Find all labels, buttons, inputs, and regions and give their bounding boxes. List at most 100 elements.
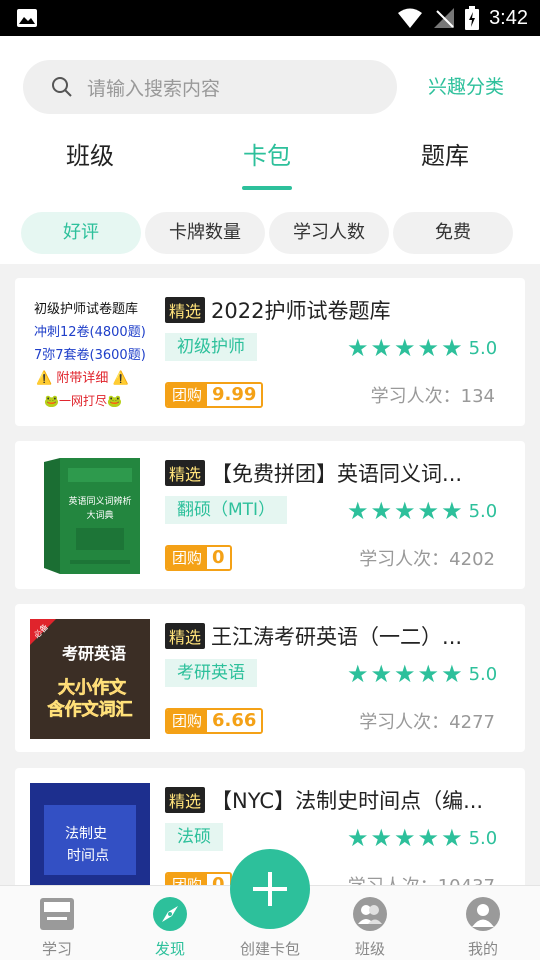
svg-text:⚠️ 附带详细 ⚠️: ⚠️ 附带详细 ⚠️ [36,370,129,386]
header: 请输入搜索内容 兴趣分类 班级 卡包 题库 好评 卡牌数量 学习人数 免费 [0,36,540,264]
star-icon: ★ [370,497,393,525]
star-icon: ★ [370,824,393,852]
cover-image: 必备 考研英语 大小作文 含作文词汇 [30,619,150,739]
svg-text:大词典: 大词典 [86,509,113,521]
price: 0 [207,874,230,885]
star-icon: ★ [347,660,369,688]
svg-text:7弥7套卷(3600题): 7弥7套卷(3600题) [34,347,146,363]
star-icon: ★ [417,824,440,852]
cover-image: 英语同义词辨析 大词典 [30,456,150,576]
nav-label: 发现 [154,940,185,958]
star-icon: ★ [394,824,416,852]
plus-icon [253,872,287,906]
svg-text:含作文词汇: 含作文词汇 [48,699,133,720]
cover-art: 初级护师试卷题库 冲刺12卷(4800题) 7弥7套卷(3600题) ⚠️ 附带… [34,301,146,408]
svg-text:时间点: 时间点 [67,848,109,864]
featured-badge: 精选 [165,297,206,323]
wifi-icon [398,8,423,28]
nav-label: 我的 [467,940,498,958]
no-signal-icon [434,8,455,28]
filter-learner-count[interactable]: 学习人数 [269,212,389,254]
cover-image: 初级护师试卷题库 冲刺12卷(4800题) 7弥7套卷(3600题) ⚠️ 附带… [30,293,150,413]
card-title: 精选 2022护师试卷题库 [165,295,505,325]
group-buy-label: 团购 [167,547,208,569]
filter-free[interactable]: 免费 [393,212,513,254]
nav-mine[interactable]: 我的 [429,886,537,960]
tab-underline [242,186,292,190]
star-icon: ★ [441,497,463,525]
nav-class[interactable]: 班级 [316,886,424,960]
learner-count: 学习人次：4277 [359,712,495,733]
search-input[interactable]: 请输入搜索内容 [23,60,397,114]
tab-cardpack[interactable]: 卡包 [207,136,327,171]
category-tag: 法硕 [165,823,223,851]
nav-label: 班级 [354,940,385,958]
nav-study[interactable]: 学习 [3,886,111,960]
svg-text:考研英语: 考研英语 [62,644,126,663]
category-tag: 初级护师 [165,333,257,361]
featured-badge: 精选 [165,623,206,649]
featured-badge: 精选 [165,460,206,486]
user-icon [466,897,500,931]
category-tag: 考研英语 [165,659,257,687]
star-icon: ★ [347,497,369,525]
rating-stars: ★ ★ ★ ★ ★ 5.0 [347,497,497,525]
book-icon [40,898,74,930]
nav-label: 学习 [41,940,72,958]
star-icon: ★ [347,334,369,362]
star-icon: ★ [394,497,416,525]
card-title: 精选 【NYC】法制史时间点（编... [165,785,505,815]
create-cardpack-button[interactable] [230,849,310,929]
search-placeholder: 请输入搜索内容 [87,77,221,100]
rating-score: 5.0 [468,827,498,849]
nav-discover[interactable]: 发现 [116,886,224,960]
rating-score: 5.0 [468,663,498,685]
rating-stars: ★ ★ ★ ★ ★ 5.0 [347,334,497,362]
card-title: 精选 王江涛考研英语（一二）... [165,621,505,651]
star-icon: ★ [441,824,463,852]
card-title-text: 【NYC】法制史时间点（编... [211,789,484,813]
card-title-text: 2022护师试卷题库 [211,299,391,323]
group-buy-label: 团购 [167,710,208,732]
group-buy-price: 团购 9.99 [165,382,264,408]
group-icon [353,897,387,931]
tab-class[interactable]: 班级 [30,136,150,171]
learner-count: 学习人次：134 [370,386,495,407]
price: 9.99 [207,384,262,406]
star-icon: ★ [394,660,416,688]
card-title-text: 王江涛考研英语（一二）... [211,625,463,649]
interest-category-link[interactable]: 兴趣分类 [428,72,504,99]
card-title: 精选 【免费拼团】英语同义词... [165,458,505,488]
star-icon: ★ [417,497,440,525]
star-icon: ★ [347,824,369,852]
tab-question-bank[interactable]: 题库 [385,136,505,171]
group-buy-price: 团购 0 [165,872,232,885]
gallery-icon [17,9,37,27]
cardpack-item[interactable]: 必备 考研英语 大小作文 含作文词汇 精选 王江涛考研英语（一二）... 考研英… [15,604,525,752]
cardpack-item[interactable]: 英语同义词辨析 大词典 精选 【免费拼团】英语同义词... 翻硕（MTI） ★ ★… [15,441,525,589]
cover-art: 法制史 时间点 [30,783,150,885]
cover-art: 必备 考研英语 大小作文 含作文词汇 [30,619,150,739]
cardpack-item[interactable]: 初级护师试卷题库 冲刺12卷(4800题) 7弥7套卷(3600题) ⚠️ 附带… [15,278,525,426]
svg-text:冲刺12卷(4800题): 冲刺12卷(4800题) [34,324,146,340]
group-buy-price: 团购 6.66 [165,708,264,734]
learner-count: 学习人次：10437 [348,872,495,885]
book-cover-art: 英语同义词辨析 大词典 [44,458,140,574]
rating-stars: ★ ★ ★ ★ ★ 5.0 [347,824,497,852]
cover-image: 法制史 时间点 [30,783,150,885]
svg-text:英语同义词辨析: 英语同义词辨析 [68,495,131,507]
tab-bar: 班级 卡包 题库 [0,136,540,192]
price: 0 [207,547,230,569]
svg-text:大小作文: 大小作文 [58,677,127,698]
featured-badge: 精选 [165,787,206,813]
filter-card-count[interactable]: 卡牌数量 [145,212,265,254]
group-buy-label: 团购 [167,874,208,885]
search-icon [52,77,72,97]
filter-good-reviews[interactable]: 好评 [21,212,141,254]
star-icon: ★ [394,334,416,362]
cardpack-list: 初级护师试卷题库 冲刺12卷(4800题) 7弥7套卷(3600题) ⚠️ 附带… [0,264,540,885]
star-icon: ★ [370,660,393,688]
nav-label: 创建卡包 [239,940,300,958]
group-buy-price: 团购 0 [165,545,232,571]
svg-text:法制史: 法制史 [65,826,107,842]
